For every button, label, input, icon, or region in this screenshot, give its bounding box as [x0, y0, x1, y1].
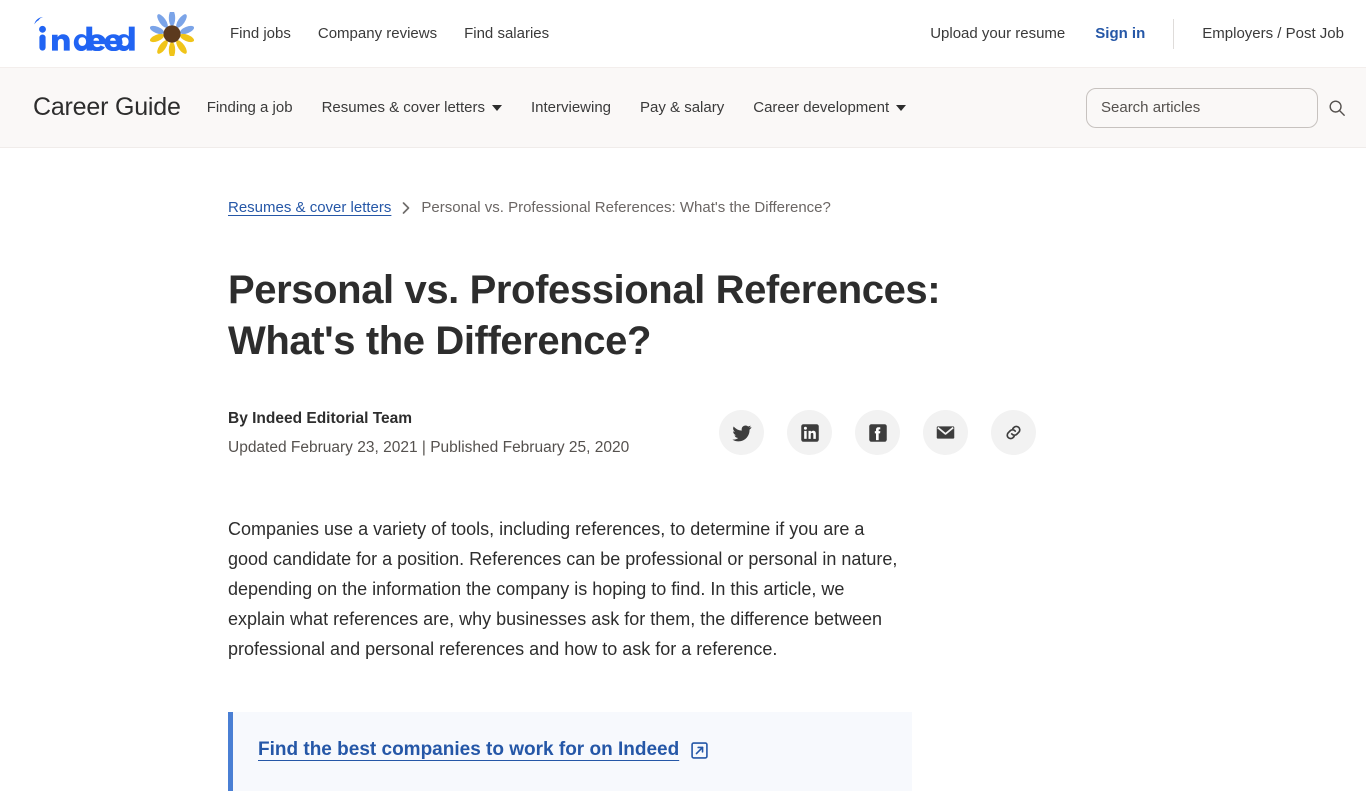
- search-icon[interactable]: [1324, 95, 1350, 121]
- cg-nav-finding-a-job[interactable]: Finding a job: [207, 99, 293, 116]
- breadcrumb: Resumes & cover letters Personal vs. Pro…: [228, 148, 1366, 216]
- breadcrumb-current: Personal vs. Professional References: Wh…: [421, 199, 831, 216]
- search-area: [1086, 87, 1350, 128]
- indeed-logo-link[interactable]: [26, 11, 194, 56]
- share-linkedin-button[interactable]: [787, 410, 833, 455]
- article-body: Companies use a variety of tools, includ…: [228, 514, 900, 664]
- career-guide-nav-links: Finding a job Resumes & cover letters In…: [207, 99, 935, 116]
- find-best-companies-link[interactable]: Find the best companies to work for on I…: [258, 739, 709, 761]
- share-email-button[interactable]: [923, 410, 969, 455]
- email-icon: [937, 426, 955, 439]
- twitter-icon: [732, 425, 752, 441]
- nav-find-jobs[interactable]: Find jobs: [230, 25, 291, 42]
- cg-nav-label: Career development: [753, 99, 890, 116]
- cg-nav-resumes-cover-letters[interactable]: Resumes & cover letters: [322, 99, 502, 116]
- search-glyph: [1329, 99, 1345, 116]
- sign-in-link[interactable]: Sign in: [1095, 25, 1145, 42]
- cg-nav-label: Pay & salary: [640, 99, 725, 116]
- promo-callout: Find the best companies to work for on I…: [228, 712, 912, 791]
- article-main: Resumes & cover letters Personal vs. Pro…: [0, 148, 1366, 791]
- header-divider: [1173, 18, 1175, 49]
- article-author: By Indeed Editorial Team: [228, 410, 413, 427]
- upload-resume-link[interactable]: Upload your resume: [930, 25, 1065, 42]
- global-nav-links: Find jobs Company reviews Find salaries: [230, 25, 549, 42]
- cg-nav-career-development[interactable]: Career development: [753, 99, 907, 116]
- callout-link-label: Find the best companies to work for on I…: [258, 739, 680, 760]
- indeed-wordmark-icon: [34, 16, 135, 51]
- share-facebook-button[interactable]: [855, 410, 901, 455]
- byline-row: By Indeed Editorial Team Updated Februar…: [228, 408, 1366, 459]
- byline-text: By Indeed Editorial Team Updated Februar…: [228, 408, 629, 459]
- external-link-icon: [691, 741, 708, 759]
- page-title: Personal vs. Professional References: Wh…: [228, 268, 941, 363]
- cg-nav-interviewing[interactable]: Interviewing: [531, 99, 611, 116]
- link-icon: [1006, 425, 1021, 440]
- cg-nav-pay-salary[interactable]: Pay & salary: [640, 99, 724, 116]
- chevron-right-glyph: [403, 201, 410, 214]
- nav-company-reviews[interactable]: Company reviews: [318, 25, 437, 42]
- global-nav-right: Upload your resume Sign in Employers / P…: [930, 18, 1344, 49]
- share-twitter-button[interactable]: [719, 410, 765, 455]
- facebook-icon: [869, 423, 887, 442]
- breadcrumb-parent-link[interactable]: Resumes & cover letters: [228, 199, 391, 216]
- nav-find-salaries[interactable]: Find salaries: [464, 25, 549, 42]
- linkedin-icon: [801, 423, 819, 442]
- search-input[interactable]: [1086, 87, 1318, 128]
- cg-nav-label: Interviewing: [530, 99, 612, 116]
- employers-post-job-link[interactable]: Employers / Post Job: [1202, 25, 1344, 42]
- share-copy-link-button[interactable]: [991, 410, 1037, 455]
- intro-paragraph: Companies use a variety of tools, includ…: [228, 519, 898, 659]
- cg-nav-label: Resumes & cover letters: [321, 99, 485, 116]
- sunflower-icon: [150, 11, 194, 56]
- article-dates: Updated February 23, 2021 | Published Fe…: [228, 439, 630, 456]
- chevron-down-icon: [491, 104, 502, 111]
- global-header: Find jobs Company reviews Find salaries …: [0, 0, 1366, 68]
- cg-nav-label: Finding a job: [206, 99, 293, 116]
- share-buttons: [719, 410, 1037, 455]
- career-guide-nav-bar: Career Guide Finding a job Resumes & cov…: [0, 68, 1366, 148]
- chevron-down-icon: [896, 104, 907, 111]
- chevron-right-icon: [401, 201, 411, 215]
- career-guide-title: Career Guide: [33, 93, 181, 121]
